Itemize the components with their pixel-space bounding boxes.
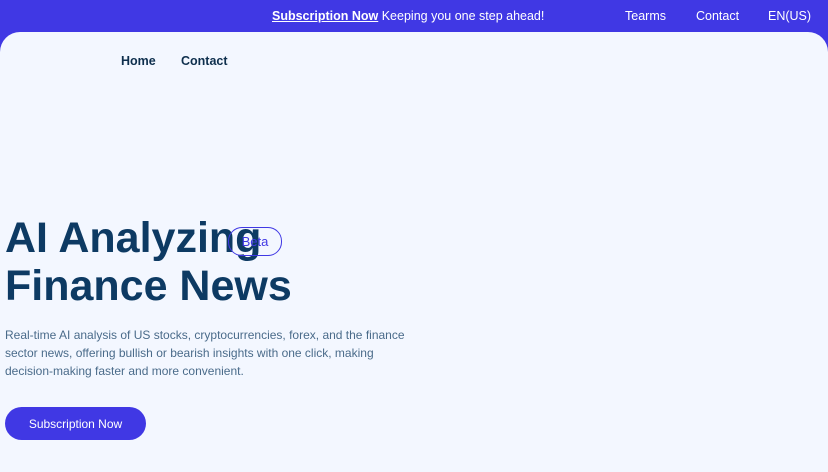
announcement-text: Subscription Now Keeping you one step ah… <box>272 9 544 23</box>
announcement-message: Keeping you one step ahead! <box>378 9 545 23</box>
nav-home-link[interactable]: Home <box>121 54 156 68</box>
hero-description: Real-time AI analysis of US stocks, cryp… <box>5 328 405 378</box>
announcement-subscribe-link[interactable]: Subscription Now <box>272 9 378 23</box>
main-panel: Home Contact AI Analyzing Finance News B… <box>0 32 828 472</box>
terms-link[interactable]: Tearms <box>625 9 666 23</box>
subscribe-button[interactable]: Subscription Now <box>5 407 146 440</box>
beta-badge: Beta <box>228 227 282 256</box>
top-contact-link[interactable]: Contact <box>696 9 739 23</box>
announcement-bar: Subscription Now Keeping you one step ah… <box>0 0 828 36</box>
language-selector[interactable]: EN(US) <box>768 9 811 23</box>
hero-title-line-2: Finance News <box>5 262 292 310</box>
hero-title-line-1: AI Analyzing <box>5 214 262 262</box>
nav-contact-link[interactable]: Contact <box>181 54 228 68</box>
